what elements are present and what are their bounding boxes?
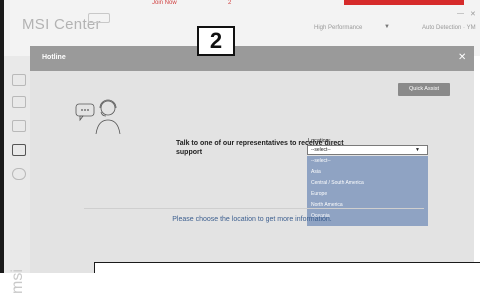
support-agent-icon (75, 99, 121, 135)
background-banner (344, 0, 464, 5)
hotline-dialog: Hotline ✕ Quick Assist Talk to one of ou… (30, 46, 474, 273)
step-callout: 2 (197, 26, 235, 56)
dropdown-option-select[interactable]: --select-- (311, 158, 331, 164)
app-window: MSI Center Join Now 2 High Performance ▼… (0, 0, 480, 294)
dialog-title: Hotline (42, 54, 66, 61)
device-icon[interactable] (12, 96, 26, 108)
background-link[interactable]: Join Now (152, 0, 177, 6)
location-label: Location (308, 138, 329, 144)
overlapping-panel (94, 262, 480, 273)
window-close-icon[interactable]: ✕ (470, 10, 476, 18)
close-icon[interactable]: ✕ (458, 52, 466, 63)
minimize-icon[interactable]: — (457, 10, 464, 17)
user-label[interactable]: Auto Detection · YM (422, 25, 476, 31)
sidebar: msi (4, 56, 30, 294)
eco-icon[interactable] (12, 120, 26, 132)
dropdown-option-asia[interactable]: Asia (311, 169, 321, 175)
mode-selector-label[interactable]: High Performance (314, 25, 362, 31)
settings-icon[interactable] (12, 168, 26, 180)
location-select-value: --select-- (311, 147, 331, 153)
version-badge (88, 13, 110, 23)
quick-assist-button[interactable]: Quick Assist (398, 83, 450, 96)
chevron-down-icon[interactable]: ▼ (384, 24, 390, 30)
chevron-down-icon[interactable]: ▼ (415, 147, 420, 153)
section-divider (84, 208, 424, 209)
dropdown-option-europe[interactable]: Europe (311, 191, 327, 197)
location-hint: Please choose the location to get more i… (172, 216, 332, 223)
location-select[interactable]: --select-- ▼ (307, 145, 428, 155)
home-icon[interactable] (12, 74, 26, 86)
background-number: 2 (228, 0, 232, 6)
dialog-header: Hotline ✕ (30, 46, 474, 71)
performance-icon[interactable] (12, 144, 26, 156)
dropdown-option-central-south-america[interactable]: Central / South America (311, 180, 364, 186)
